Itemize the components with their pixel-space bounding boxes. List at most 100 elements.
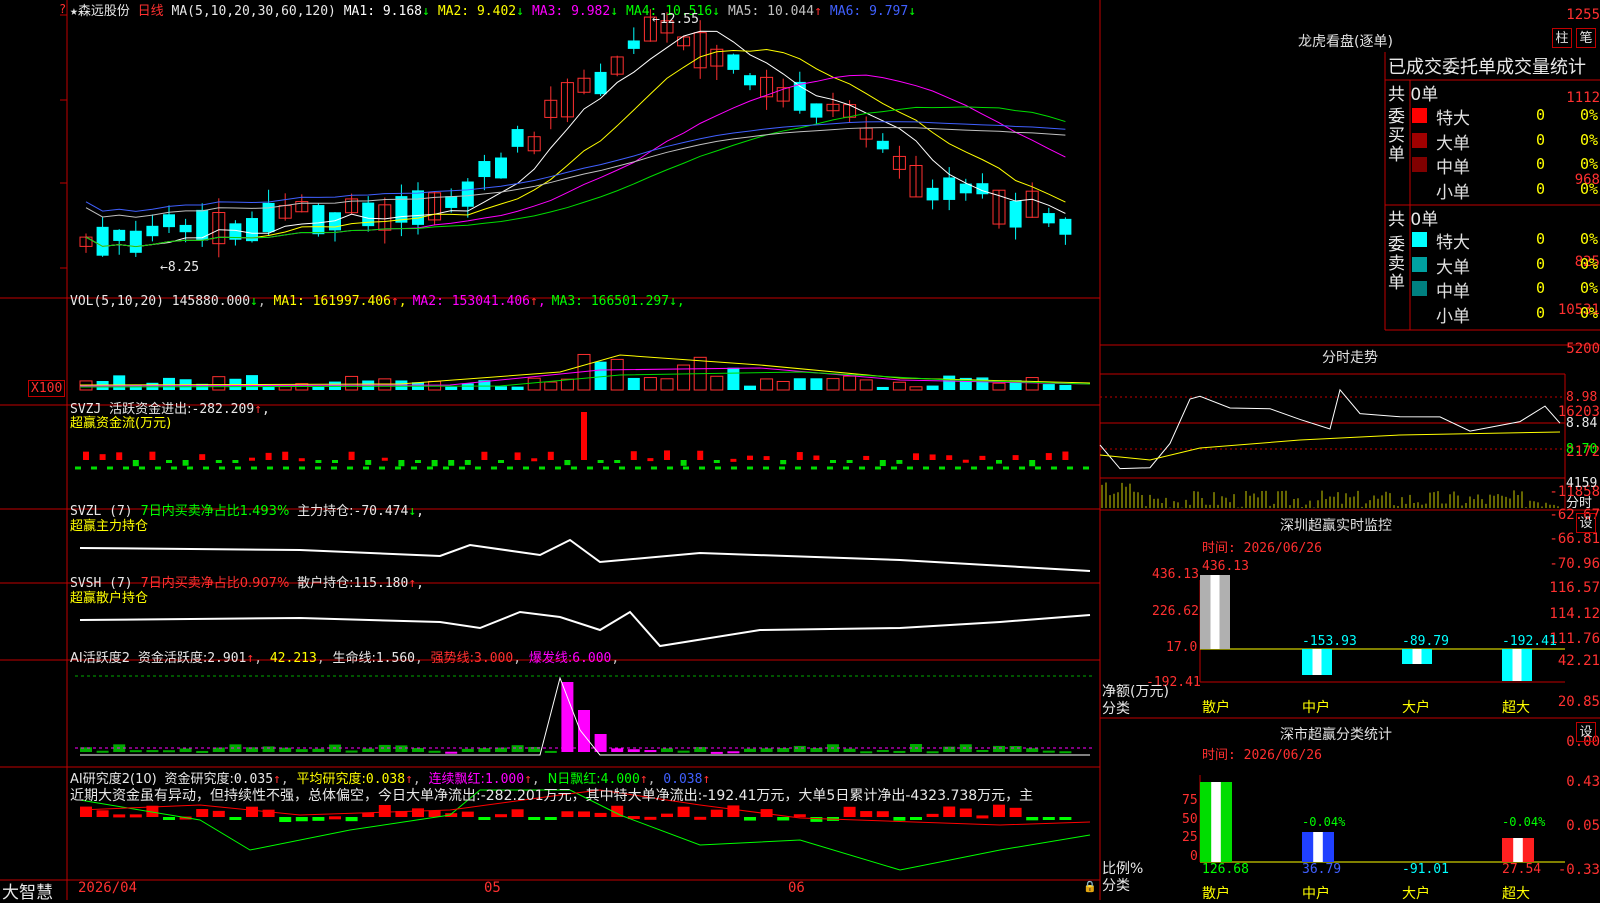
volume-bar	[345, 375, 359, 391]
sz-monitor-title: 深圳超赢实时监控	[1280, 518, 1392, 534]
volume-bar	[278, 386, 292, 391]
fund-flow-bar	[232, 460, 239, 463]
research-bar	[262, 809, 275, 817]
research-bar	[727, 805, 740, 817]
fund-flow-bar	[116, 452, 123, 460]
x-label: 05	[484, 880, 501, 896]
candle-body	[495, 157, 507, 179]
ai-research-y-label: 0.43	[1566, 774, 1600, 790]
legend-swatch	[1412, 157, 1427, 172]
volume-bar	[627, 377, 640, 390]
sz-class-y-label: 25	[1182, 830, 1198, 845]
fund-flow-bar	[913, 453, 919, 460]
sz-class-x-title: 分类	[1102, 878, 1130, 894]
stock-name: 森远股份	[77, 4, 130, 19]
moving-average-line	[85, 127, 1066, 218]
stock-chart-canvas[interactable]	[0, 0, 1600, 900]
vol-unit-badge[interactable]: X100	[28, 380, 66, 397]
ma-value-3: MA3: 9.982↓	[531, 4, 619, 19]
candle-body	[163, 214, 175, 228]
candle-body	[113, 229, 126, 241]
research-bar	[329, 816, 341, 820]
candle-body	[1059, 218, 1072, 235]
fund-flow-bar	[282, 451, 289, 460]
fund-flow-bar	[298, 458, 305, 462]
intraday-price-line	[1099, 388, 1561, 470]
vol-ma-value-3: MA3: 166501.297↓,	[551, 294, 685, 309]
research-bar	[1026, 817, 1039, 821]
volume-bar	[1059, 384, 1072, 390]
research-bar	[993, 804, 1005, 817]
activity-bar	[179, 748, 192, 752]
activity-bar	[295, 749, 308, 752]
activity-bar	[163, 750, 175, 753]
candle-body	[179, 224, 192, 233]
fund-flow-bar	[996, 460, 1002, 464]
lock-icon[interactable]: 🔒	[1083, 880, 1097, 893]
research-bar	[295, 817, 308, 822]
activity-bar	[727, 751, 740, 754]
fund-flow-bar	[265, 452, 272, 460]
research-bar	[246, 806, 258, 817]
ma-value-2: MA2: 9.402↓	[437, 4, 524, 19]
research-bar	[461, 811, 474, 817]
activity-bar	[511, 745, 524, 752]
dragon-row-sell-3: 小单 0 0%	[1436, 303, 1599, 327]
fund-flow-bar	[979, 455, 986, 460]
activity-bar	[926, 751, 939, 754]
bar-mode-button[interactable]: 柱	[1552, 28, 1572, 48]
dragon-header: 已成交委托单成交量统计	[1388, 57, 1586, 78]
research-bar	[80, 806, 92, 817]
activity-bar	[993, 745, 1005, 752]
research-bar	[893, 817, 906, 821]
volume-bar	[859, 379, 873, 391]
volume-bar	[710, 375, 724, 391]
fund-flow-bar	[199, 454, 206, 460]
high-marker: ←12.55	[652, 12, 699, 27]
fund-flow-bar	[215, 460, 222, 463]
ma-value-6: MA6: 9.797↓	[829, 4, 917, 19]
research-bar	[478, 817, 491, 820]
sz-class-settings-button[interactable]: 设	[1576, 722, 1596, 742]
period-label[interactable]: 日线	[138, 4, 164, 19]
volume-bar	[909, 386, 923, 391]
research-bar	[196, 809, 209, 817]
research-bar	[378, 804, 391, 817]
intraday-avg-line	[1099, 431, 1561, 461]
research-bar	[279, 817, 292, 823]
candle-body	[876, 140, 889, 150]
research-bar	[694, 816, 707, 820]
fund-flow-bar	[946, 455, 953, 460]
dragon-row-buy-2: 中单 0 0%	[1412, 153, 1600, 178]
activity-bar	[1026, 748, 1039, 752]
sz-monitor-category: 超大	[1502, 700, 1530, 716]
fund-flow-bar	[415, 460, 421, 463]
class-bar	[1513, 838, 1523, 862]
fund-flow-bar	[796, 452, 803, 460]
fund-flow-bar	[962, 459, 969, 463]
sz-monitor-settings-button[interactable]: 设	[1576, 513, 1596, 533]
activity-bar	[461, 748, 474, 752]
volume-bar	[744, 385, 756, 390]
help-icon[interactable]: ?	[59, 2, 66, 16]
fund-flow-bar	[1012, 455, 1019, 460]
activity-bar	[594, 734, 607, 752]
dragon-row-buy-3: 小单 0 0%	[1436, 179, 1599, 203]
candle-body	[943, 177, 956, 200]
volume-bar	[445, 386, 458, 390]
research-bar	[362, 812, 375, 817]
research-bar	[976, 815, 989, 819]
sz-monitor-y-label: 226.62	[1152, 604, 1199, 619]
main-holding-line	[79, 538, 1091, 572]
activity-bar	[1042, 750, 1055, 753]
candle-body	[129, 230, 142, 253]
volume-bar	[992, 382, 1006, 391]
research-bar	[710, 809, 723, 817]
favorite-star-icon[interactable]: ★	[70, 4, 78, 19]
tick-mode-button[interactable]: 笔	[1576, 28, 1596, 48]
moving-average-line	[85, 49, 1066, 248]
legend-swatch	[1412, 256, 1427, 272]
activity-bar	[129, 750, 142, 753]
research-bar	[561, 811, 574, 817]
fund-flow-bar	[763, 456, 770, 460]
